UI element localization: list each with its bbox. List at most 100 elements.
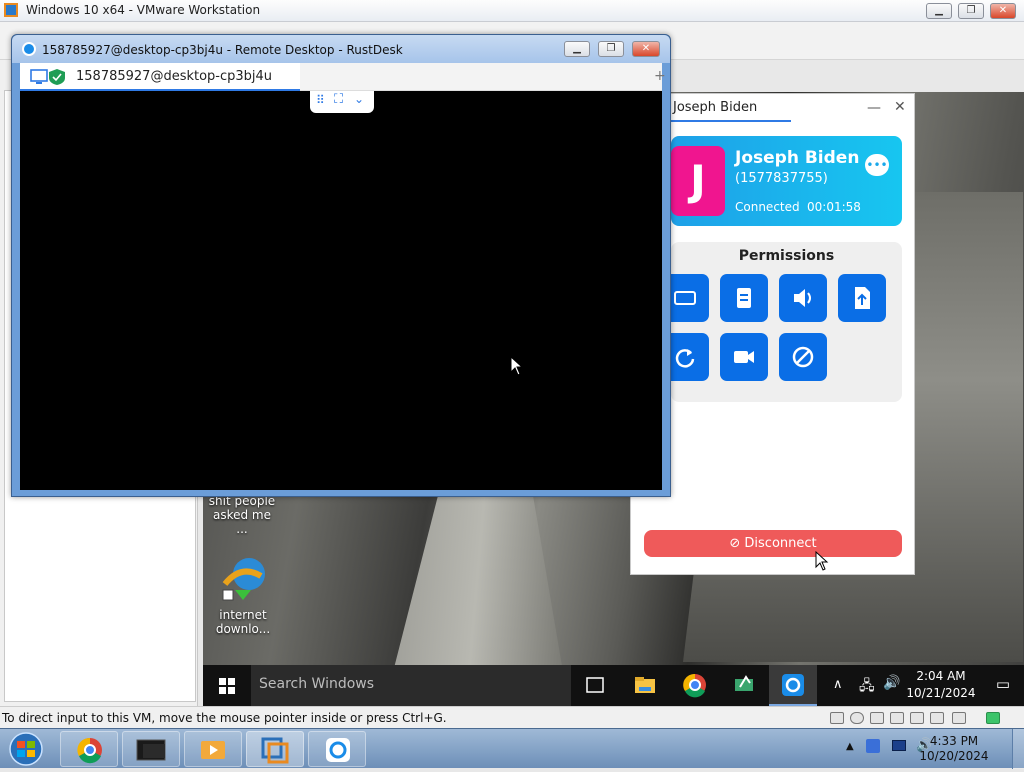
rustdesk-icon [782, 674, 804, 696]
host-chrome-button[interactable] [60, 731, 118, 767]
guest-time: 2:04 AM [916, 669, 966, 683]
block-input-icon[interactable] [779, 333, 827, 381]
guest-clock[interactable]: 2:04 AM 10/21/2024 [906, 668, 976, 702]
terminal-icon [136, 739, 166, 761]
rustdesk-taskbar-button[interactable] [769, 665, 817, 706]
cm-tab-joseph-biden[interactable]: Joseph Biden [671, 94, 791, 122]
usb-status-icon[interactable] [910, 712, 924, 724]
peer-name: Joseph Biden [735, 148, 860, 168]
rd-close-button[interactable]: ✕ [632, 41, 660, 57]
connection-duration: 00:01:58 [807, 200, 861, 214]
host-taskbar: ▲ 🔊 4:33 PM 10/20/2024 [0, 728, 1024, 769]
tray-overflow-chevron-icon[interactable]: ∧ [833, 677, 843, 692]
chrome-icon [683, 673, 706, 698]
maximize-button[interactable]: ❐ [958, 3, 984, 19]
avatar: J [671, 146, 725, 216]
add-tab-button[interactable]: + [654, 68, 666, 84]
rd-maximize-button[interactable]: ❐ [598, 41, 624, 57]
notification-center-icon[interactable]: ▭ [996, 675, 1010, 693]
connection-status: Connected [735, 200, 800, 214]
sound-status-icon[interactable] [930, 712, 944, 724]
host-media-player-button[interactable] [184, 731, 242, 767]
windows-start-button[interactable] [203, 665, 251, 706]
chat-icon[interactable]: ••• [865, 154, 889, 176]
task-view-icon [586, 677, 604, 693]
network-icon[interactable]: 🖧 [859, 675, 875, 699]
wallpaper-rock [393, 472, 563, 672]
host-clock[interactable]: 4:33 PM 10/20/2024 [914, 734, 994, 764]
certificate-app-icon [735, 675, 753, 691]
cm-tab-label: Joseph Biden [673, 100, 758, 115]
volume-icon[interactable]: 🔊 [883, 675, 900, 691]
file-explorer-taskbar-button[interactable] [621, 665, 669, 706]
taskbar-search-input[interactable]: Search Windows [251, 665, 571, 706]
vmware-logo-icon [4, 3, 18, 17]
mouse-cursor-outline-icon [815, 551, 829, 571]
display-status-icon[interactable] [952, 712, 966, 724]
search-placeholder: Search Windows [259, 676, 375, 692]
rustdesk-icon [326, 738, 350, 762]
host-terminal-button[interactable] [122, 731, 180, 767]
remote-tab-label: 158785927@desktop-cp3bj4u [76, 69, 273, 84]
peer-info-card: J Joseph Biden (1577837755) Connected 00… [671, 136, 902, 226]
audio-icon[interactable] [779, 274, 827, 322]
host-vmware-button[interactable] [246, 731, 304, 767]
floppy-status-icon[interactable] [870, 712, 884, 724]
vmware-window-title: Windows 10 x64 - VMware Workstation [26, 3, 261, 17]
minimize-button[interactable]: ▁ [926, 3, 952, 19]
recording-icon[interactable] [720, 333, 768, 381]
rustdesk-tabbar: 158785927@desktop-cp3bj4u + [20, 63, 666, 91]
task-view-button[interactable] [571, 665, 619, 706]
message-status-icon[interactable] [986, 712, 1000, 724]
chrome-taskbar-button[interactable] [671, 665, 719, 706]
disconnect-icon: ⊘ [729, 536, 745, 551]
vmware-statusbar: To direct input to this VM, move the mou… [0, 706, 1024, 728]
host-date: 10/20/2024 [919, 749, 989, 763]
host-network-icon[interactable] [892, 740, 906, 751]
folder-icon [635, 677, 655, 693]
guest-date: 10/21/2024 [906, 686, 976, 700]
remote-toolbar: ⠿ ⛶ ⌄ [310, 91, 374, 113]
rustdesk-titlebar: 158785927@desktop-cp3bj4u - Remote Deskt… [12, 35, 670, 63]
peer-id: (1577837755) [735, 171, 828, 186]
host-tray-overflow-icon[interactable]: ▲ [846, 741, 854, 752]
guest-taskbar: Search Windows ∧ 🖧 🔊 2:04 AM 10/21/2024 … [203, 665, 1024, 706]
rustdesk-connection-manager: Joseph Biden — ✕ J Joseph Biden (1577837… [630, 93, 915, 575]
permissions-title: Permissions [738, 248, 835, 264]
vmware-titlebar: Windows 10 x64 - VMware Workstation ▁ ❐ … [0, 0, 1024, 22]
desktop-icon-shit-people[interactable]: shit people asked me ... [207, 494, 277, 536]
win7-start-button[interactable] [4, 731, 48, 767]
cm-close-button[interactable]: ✕ [894, 99, 906, 115]
hdd-status-icon[interactable] [830, 712, 844, 724]
rd-minimize-button[interactable]: ▁ [564, 41, 590, 57]
disconnect-button[interactable]: ⊘ Disconnect [644, 530, 902, 557]
cd-status-icon[interactable] [850, 712, 864, 724]
host-time: 4:33 PM [929, 734, 979, 748]
rustdesk-logo-icon [22, 42, 36, 56]
drag-handle-icon[interactable]: ⠿ [316, 93, 325, 107]
remote-session-tab[interactable]: 158785927@desktop-cp3bj4u [20, 63, 300, 91]
host-rustdesk-button[interactable] [308, 731, 366, 767]
cert-app-taskbar-button[interactable] [720, 665, 768, 706]
mouse-cursor-icon [510, 356, 524, 376]
remote-screen-view[interactable] [20, 91, 662, 490]
show-desktop-button[interactable] [1012, 729, 1024, 769]
desktop-icon-label: downlo... [215, 622, 271, 636]
vmware-icon [261, 737, 289, 764]
internet-download-manager-icon [222, 558, 265, 601]
chevron-down-icon[interactable]: ⌄ [354, 92, 364, 106]
network-status-icon[interactable] [890, 712, 904, 724]
host-tray-app-icon[interactable] [866, 739, 880, 753]
monitor-shield-icon [30, 69, 65, 85]
rustdesk-remote-window: 158785927@desktop-cp3bj4u - Remote Deskt… [11, 34, 671, 497]
close-button[interactable]: ✕ [990, 3, 1016, 19]
rustdesk-window-title: 158785927@desktop-cp3bj4u - Remote Deskt… [42, 43, 403, 57]
file-transfer-icon[interactable] [838, 274, 886, 322]
media-player-icon [201, 741, 225, 759]
fullscreen-icon[interactable]: ⛶ [334, 92, 343, 107]
cm-minimize-button[interactable]: — [867, 100, 881, 116]
clipboard-icon[interactable] [720, 274, 768, 322]
windows-orb-icon [9, 732, 43, 766]
desktop-icon-internet-download[interactable]: internet downlo... [207, 554, 279, 636]
chrome-icon [77, 737, 102, 764]
